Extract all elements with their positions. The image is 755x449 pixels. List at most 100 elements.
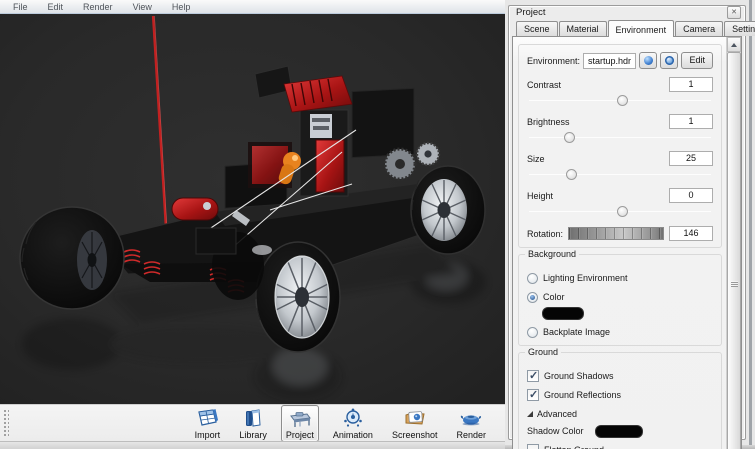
flatten-ground-option[interactable]: Flatten Ground xyxy=(527,443,713,449)
background-group-title: Background xyxy=(525,249,579,259)
menu-view[interactable]: View xyxy=(124,1,161,13)
shadow-color-swatch[interactable] xyxy=(595,425,643,438)
height-slider[interactable] xyxy=(529,206,711,218)
ground-reflections-label: Ground Reflections xyxy=(544,390,621,400)
ground-shadows-checkbox[interactable] xyxy=(527,370,539,382)
height-slider-thumb[interactable] xyxy=(617,206,628,217)
background-color-swatch[interactable] xyxy=(542,307,584,320)
project-icon xyxy=(287,408,313,429)
ground-group-title: Ground xyxy=(525,347,561,357)
size-slider-thumb[interactable] xyxy=(566,169,577,180)
import-icon xyxy=(194,408,220,429)
menu-file[interactable]: File xyxy=(4,1,37,13)
ground-reflections-option[interactable]: Ground Reflections xyxy=(527,388,713,402)
render-icon xyxy=(458,408,484,429)
flatten-ground-label: Flatten Ground xyxy=(544,445,604,449)
brightness-slider[interactable] xyxy=(529,132,711,144)
height-label: Height xyxy=(527,191,553,201)
edit-environment-button[interactable]: Edit xyxy=(681,52,713,69)
tab-material[interactable]: Material xyxy=(559,21,607,36)
color-option[interactable]: Color xyxy=(527,290,713,304)
scrollbar-track[interactable] xyxy=(727,52,741,449)
toolbar-project-label: Project xyxy=(286,430,314,440)
contrast-slider[interactable] xyxy=(529,95,711,107)
color-label: Color xyxy=(543,292,565,302)
lighting-environment-option[interactable]: Lighting Environment xyxy=(527,271,713,285)
size-slider[interactable] xyxy=(529,169,711,181)
tab-camera[interactable]: Camera xyxy=(675,21,723,36)
color-radio[interactable] xyxy=(527,292,538,303)
flatten-ground-checkbox[interactable] xyxy=(527,444,539,449)
advanced-label: Advanced xyxy=(537,409,577,419)
scrollbar-thumb[interactable] xyxy=(727,52,741,449)
menu-help[interactable]: Help xyxy=(163,1,200,13)
library-icon xyxy=(241,408,265,429)
refresh-environment-button[interactable] xyxy=(660,52,678,69)
window-frame-edge xyxy=(749,0,752,449)
toolbar-screenshot-label: Screenshot xyxy=(392,430,438,440)
car-wheel-front-right xyxy=(256,242,340,352)
toolbar-project-button[interactable]: Project xyxy=(281,405,319,442)
lighting-environment-radio[interactable] xyxy=(527,273,538,284)
rotation-value-field[interactable]: 146 xyxy=(669,226,713,241)
toolbar-animation-label: Animation xyxy=(333,430,373,440)
project-panel-titlebar[interactable]: Project ✕ xyxy=(509,6,745,19)
contrast-slider-thumb[interactable] xyxy=(617,95,628,106)
ground-shadows-option[interactable]: Ground Shadows xyxy=(527,369,713,383)
expander-triangle-icon xyxy=(527,411,533,417)
panel-tabs: Scene Material Environment Camera Settin… xyxy=(509,19,745,36)
status-strip xyxy=(0,441,505,449)
menu-render[interactable]: Render xyxy=(74,1,122,13)
contrast-value-field[interactable]: 1 xyxy=(669,77,713,92)
environment-label: Environment: xyxy=(527,56,580,66)
panel-scrollbar[interactable] xyxy=(726,37,741,449)
toolbar-render-button[interactable]: Render xyxy=(451,405,491,442)
brightness-label: Brightness xyxy=(527,117,570,127)
refresh-sphere-icon xyxy=(665,56,674,65)
shadow-color-label: Shadow Color xyxy=(527,426,584,436)
scroll-up-button[interactable] xyxy=(727,37,741,52)
ground-reflections-checkbox[interactable] xyxy=(527,389,539,401)
environment-sphere-icon xyxy=(644,56,653,65)
project-panel: Project ✕ Scene Material Environment Cam… xyxy=(508,5,746,440)
rotation-label: Rotation: xyxy=(527,229,563,239)
menu-edit[interactable]: Edit xyxy=(39,1,73,13)
advanced-expander[interactable]: Advanced xyxy=(527,409,713,419)
toolbar-import-button[interactable]: Import xyxy=(189,405,225,442)
environment-file-field[interactable]: startup.hdr xyxy=(583,53,636,69)
toolbar-library-button[interactable]: Library xyxy=(234,405,272,442)
backplate-image-label: Backplate Image xyxy=(543,327,610,337)
toolbar-import-label: Import xyxy=(195,430,221,440)
close-icon[interactable]: ✕ xyxy=(727,6,741,19)
rotation-dial-strip[interactable] xyxy=(568,227,664,240)
car-render-scene xyxy=(0,14,505,404)
background-group: Background Lighting Environment Color Ba… xyxy=(518,254,722,346)
brightness-slider-thumb[interactable] xyxy=(564,132,575,143)
animation-icon xyxy=(341,408,365,429)
brightness-value-field[interactable]: 1 xyxy=(669,114,713,129)
toolbar-library-label: Library xyxy=(239,430,267,440)
backplate-image-option[interactable]: Backplate Image xyxy=(527,325,713,339)
tab-environment[interactable]: Environment xyxy=(608,20,675,37)
screenshot-icon xyxy=(402,408,428,429)
environment-settings-group: Environment: startup.hdr Edit Contrast 1 xyxy=(518,44,722,248)
height-value-field[interactable]: 0 xyxy=(669,188,713,203)
tab-scene[interactable]: Scene xyxy=(516,21,558,36)
size-label: Size xyxy=(527,154,545,164)
toolbar-render-label: Render xyxy=(456,430,486,440)
size-value-field[interactable]: 25 xyxy=(669,151,713,166)
toolbar-animation-button[interactable]: Animation xyxy=(328,405,378,442)
right-dock-area: Project ✕ Scene Material Environment Cam… xyxy=(505,0,755,449)
main-area: File Edit Render View Help xyxy=(0,0,505,449)
backplate-image-radio[interactable] xyxy=(527,327,538,338)
environment-tab-pane: Environment: startup.hdr Edit Contrast 1 xyxy=(512,36,742,449)
bottom-toolbar: Import Library xyxy=(0,404,505,441)
tab-settings[interactable]: Settings xyxy=(724,21,755,36)
toolbar-drag-handle[interactable] xyxy=(2,408,9,438)
viewport-3d-render[interactable] xyxy=(0,14,505,404)
ground-group: Ground Ground Shadows Ground Reflections… xyxy=(518,352,722,449)
contrast-label: Contrast xyxy=(527,80,561,90)
browse-environment-button[interactable] xyxy=(639,52,657,69)
car-wheel-front-left xyxy=(20,207,124,309)
toolbar-screenshot-button[interactable]: Screenshot xyxy=(387,405,443,442)
